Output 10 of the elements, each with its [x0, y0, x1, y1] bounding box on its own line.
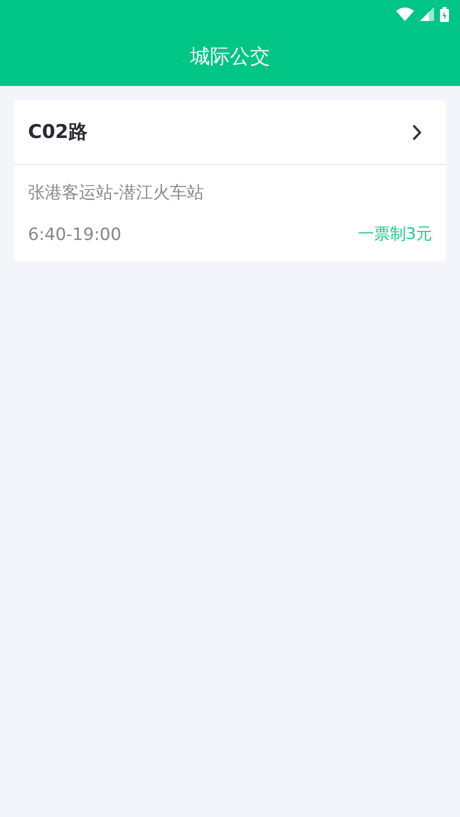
- service-hours: 6:40-19:00: [28, 224, 122, 244]
- chevron-right-icon: [412, 124, 422, 140]
- route-stops: 张港客运站-潜江火车站: [28, 182, 206, 204]
- wifi-icon: [396, 7, 414, 21]
- battery-icon: [440, 6, 449, 22]
- route-card[interactable]: C02路 张港客运站-潜江火车站 6:40-19:00 一票制3元: [14, 100, 446, 261]
- route-name: C02路: [28, 120, 88, 145]
- fare-text: 一票制3元: [358, 224, 432, 245]
- signal-icon: [420, 7, 434, 21]
- page-title: 城际公交: [189, 43, 271, 70]
